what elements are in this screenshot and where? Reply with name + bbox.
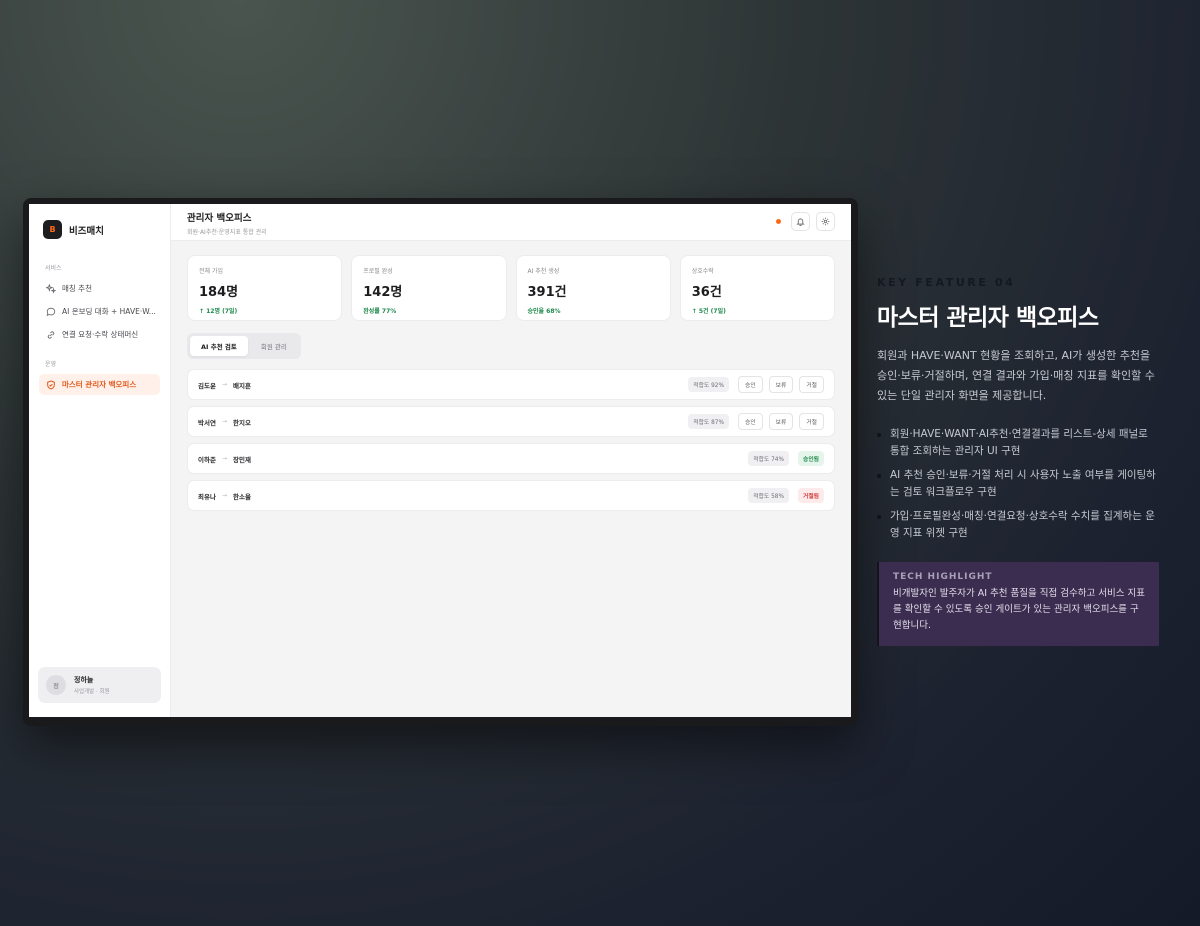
sidebar-item-label: 연결 요청·수락 상태머신 <box>62 330 139 339</box>
tab-member-management[interactable]: 회원 관리 <box>250 336 298 356</box>
recommendation-row[interactable]: 최유나 → 한소율 적합도 58% 거절됨 <box>187 480 835 511</box>
fit-score-badge: 적합도 74% <box>748 451 789 466</box>
to-member: 한소율 <box>232 492 251 501</box>
user-role: 사업개발 · 회원 <box>74 689 110 695</box>
fit-score-badge: 적합도 87% <box>688 414 729 429</box>
brand-name: 비즈매치 <box>69 225 104 237</box>
tech-highlight-title: TECH HIGHLIGHT <box>893 572 993 582</box>
hold-button[interactable]: 보류 <box>768 376 794 393</box>
to-member: 장민재 <box>232 455 251 464</box>
arrow-right-icon: → <box>221 492 227 499</box>
sidebar-item-label: 매칭 추천 <box>62 284 92 293</box>
feature-title: 마스터 관리자 백오피스 <box>877 305 1099 331</box>
stat-label: AI 추천 생성 <box>527 268 560 275</box>
status-badge-approved: 승인됨 <box>798 451 824 466</box>
reject-button[interactable]: 거절 <box>799 413 824 430</box>
settings-button[interactable] <box>816 212 835 231</box>
stat-delta: 완성률 77% <box>363 308 397 315</box>
stat-delta: ↑ 12명 (7일) <box>199 308 238 315</box>
section-label-service: 서비스 <box>45 265 62 272</box>
arrow-right-icon: → <box>221 381 227 388</box>
link-icon <box>47 330 55 339</box>
topbar: 관리자 백오피스 회원·AI추천·운영지표 통합 관리 <box>171 204 851 241</box>
arrow-right-icon: → <box>221 418 227 425</box>
stat-card-ai-recommendations: AI 추천 생성 391건 승인율 68% <box>515 255 671 321</box>
user-card[interactable]: 정 정하늘 사업개발 · 회원 <box>38 667 161 703</box>
stat-delta: 승인율 68% <box>527 308 561 315</box>
user-name: 정하늘 <box>74 676 94 684</box>
from-member: 김도윤 <box>198 381 216 390</box>
stat-value: 184명 <box>199 285 239 300</box>
stats-row: 전체 가입 184명 ↑ 12명 (7일) 프로필 완성 142명 완성률 77… <box>187 255 835 321</box>
chat-icon <box>46 307 56 316</box>
page-title: 관리자 백오피스 <box>187 213 252 224</box>
feature-bullet: 가입·프로필완성·매칭·연결요청·상호수락 수치를 집계하는 운영 지표 위젯 … <box>877 508 1159 542</box>
hold-button[interactable]: 보류 <box>768 413 794 430</box>
stat-label: 프로필 완성 <box>363 268 393 275</box>
fit-score-badge: 적합도 58% <box>748 488 789 503</box>
gear-icon <box>821 217 830 226</box>
feature-kicker: KEY FEATURE 04 <box>877 276 1016 289</box>
approve-button[interactable]: 승인 <box>737 413 763 430</box>
avatar: 정 <box>46 675 66 695</box>
reject-button[interactable]: 거절 <box>799 376 824 393</box>
stat-value: 142명 <box>363 285 403 300</box>
top-actions <box>776 212 835 231</box>
tab-bar: AI 추천 검토 회원 관리 <box>187 333 301 359</box>
stat-card-profile-complete: 프로필 완성 142명 완성률 77% <box>351 255 507 321</box>
stat-value: 391건 <box>527 285 567 300</box>
from-member: 이하준 <box>198 455 216 464</box>
recommendation-row[interactable]: 이하준 → 장민재 적합도 74% 승인됨 <box>187 443 835 474</box>
feature-bullet: 회원·HAVE·WANT·AI추천·연결결과를 리스트-상세 패널로 통합 조회… <box>877 426 1159 460</box>
feature-bullet: AI 추천 승인·보류·거절 처리 시 사용자 노출 여부를 게이팅하는 검토 … <box>877 467 1159 501</box>
app-window: B 비즈매치 서비스 매칭 추천 AI 온보딩 대화 + HAVE·W... 연… <box>29 204 851 717</box>
approve-button[interactable]: 승인 <box>737 376 763 393</box>
arrow-right-icon: → <box>221 455 227 462</box>
bell-icon <box>796 218 805 226</box>
sidebar-item-connections[interactable]: 연결 요청·수락 상태머신 <box>39 324 160 345</box>
tech-highlight-text: 비개발자인 발주자가 AI 추천 품질을 직접 검수하고 서비스 지표를 확인할… <box>893 588 1145 631</box>
from-member: 박서연 <box>198 418 216 427</box>
recommendation-list: 김도윤 → 배지훈 적합도 92% 승인 보류 거절 박서연 → 한지오 적합도… <box>187 369 835 511</box>
notifications-button[interactable] <box>791 212 810 231</box>
status-badge-rejected: 거절됨 <box>798 488 824 503</box>
section-label-ops: 운영 <box>45 361 57 368</box>
stat-delta: ↑ 5건 (7일) <box>691 308 726 315</box>
content: 전체 가입 184명 ↑ 12명 (7일) 프로필 완성 142명 완성률 77… <box>171 241 851 531</box>
sidebar-item-admin-backoffice[interactable]: 마스터 관리자 백오피스 <box>39 374 160 395</box>
feature-description: KEY FEATURE 04 마스터 관리자 백오피스 회원과 HAVE·WAN… <box>877 276 1159 646</box>
feature-bullets: 회원·HAVE·WANT·AI추천·연결결과를 리스트-상세 패널로 통합 조회… <box>877 426 1159 542</box>
page-subtitle: 회원·AI추천·운영지표 통합 관리 <box>187 229 267 236</box>
sparkle-icon <box>46 283 56 294</box>
sidebar-item-onboarding[interactable]: AI 온보딩 대화 + HAVE·W... <box>39 301 160 322</box>
shield-icon <box>47 379 55 390</box>
to-member: 한지오 <box>232 418 251 427</box>
from-member: 최유나 <box>198 492 216 501</box>
stat-label: 상호수락 <box>691 268 714 275</box>
stat-label: 전체 가입 <box>199 268 223 275</box>
recommendation-row[interactable]: 박서연 → 한지오 적합도 87% 승인 보류 거절 <box>187 406 835 437</box>
sidebar-item-label: AI 온보딩 대화 + HAVE·W... <box>62 307 156 316</box>
stat-card-signups: 전체 가입 184명 ↑ 12명 (7일) <box>187 255 343 321</box>
main-panel: 관리자 백오피스 회원·AI추천·운영지표 통합 관리 전체 가입 184명 ↑… <box>171 204 851 717</box>
live-status-dot <box>776 219 781 224</box>
stat-value: 36건 <box>691 285 722 300</box>
brand-logo: B <box>43 220 62 239</box>
tab-ai-review[interactable]: AI 추천 검토 <box>190 336 248 356</box>
stat-card-mutual-accept: 상호수락 36건 ↑ 5건 (7일) <box>679 255 835 321</box>
feature-body: 회원과 HAVE·WANT 현황을 조회하고, AI가 생성한 추천을 승인·보… <box>877 349 1155 402</box>
tech-highlight-box: TECH HIGHLIGHT 비개발자인 발주자가 AI 추천 품질을 직접 검… <box>877 562 1159 646</box>
sidebar-item-label: 마스터 관리자 백오피스 <box>62 380 137 389</box>
sidebar-item-matching[interactable]: 매칭 추천 <box>39 278 160 299</box>
recommendation-row[interactable]: 김도윤 → 배지훈 적합도 92% 승인 보류 거절 <box>187 369 835 400</box>
brand[interactable]: B 비즈매치 <box>43 220 160 239</box>
to-member: 배지훈 <box>232 381 251 390</box>
fit-score-badge: 적합도 92% <box>688 377 729 392</box>
sidebar: B 비즈매치 서비스 매칭 추천 AI 온보딩 대화 + HAVE·W... 연… <box>29 204 171 717</box>
